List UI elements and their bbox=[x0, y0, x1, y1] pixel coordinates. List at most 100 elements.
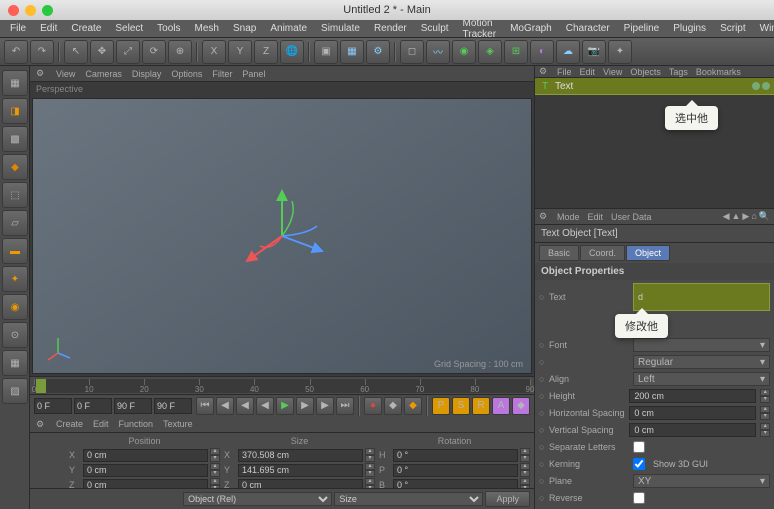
timeline-playhead[interactable] bbox=[36, 379, 46, 393]
plane-dropdown[interactable]: XY▾ bbox=[633, 474, 770, 488]
mat-config-icon[interactable]: ⚙ bbox=[36, 419, 46, 430]
vp-menu-cameras[interactable]: Cameras bbox=[85, 69, 122, 79]
object-tree[interactable]: T Text 选中他 bbox=[535, 78, 774, 208]
menu-sculpt[interactable]: Sculpt bbox=[415, 21, 455, 36]
snap-button[interactable]: ⊙ bbox=[2, 322, 28, 348]
om-menu-view[interactable]: View bbox=[603, 67, 622, 77]
add-environment-button[interactable]: ☁ bbox=[556, 40, 580, 64]
vspacing-field[interactable] bbox=[629, 423, 756, 437]
add-light-button[interactable]: ✦ bbox=[608, 40, 632, 64]
planar-workplane-button[interactable]: ▨ bbox=[2, 378, 28, 404]
coord-size-mode-dropdown[interactable]: Size bbox=[334, 492, 483, 506]
om-menu-bookmarks[interactable]: Bookmarks bbox=[696, 67, 741, 77]
vp-menu-display[interactable]: Display bbox=[132, 69, 162, 79]
menu-character[interactable]: Character bbox=[560, 21, 616, 36]
text-content-field[interactable] bbox=[633, 283, 770, 311]
add-sds-button[interactable]: ◈ bbox=[478, 40, 502, 64]
key-scale-button[interactable]: S bbox=[452, 397, 470, 415]
prev-frame-button[interactable]: ◀ bbox=[236, 397, 254, 415]
kerning-checkbox[interactable] bbox=[633, 458, 645, 470]
timeline-ruler[interactable]: 0102030405060708090 bbox=[30, 376, 534, 394]
menu-edit[interactable]: Edit bbox=[34, 21, 63, 36]
separate-letters-checkbox[interactable] bbox=[633, 441, 645, 453]
menu-select[interactable]: Select bbox=[109, 21, 149, 36]
move-tool-button[interactable]: ✥ bbox=[90, 40, 114, 64]
om-menu-tags[interactable]: Tags bbox=[669, 67, 688, 77]
workplane-button[interactable]: ◆ bbox=[2, 154, 28, 180]
play-backward-button[interactable]: ◀ bbox=[256, 397, 274, 415]
poly-mode-button[interactable]: ▬ bbox=[2, 238, 28, 264]
rot-h-field[interactable] bbox=[393, 449, 518, 462]
mat-menu-create[interactable]: Create bbox=[56, 419, 83, 429]
goto-end-button[interactable]: ⏭ bbox=[336, 397, 354, 415]
font-family-dropdown[interactable]: ▾ bbox=[633, 338, 770, 352]
render-pv-button[interactable]: ▦ bbox=[340, 40, 364, 64]
add-camera-button[interactable]: 📷 bbox=[582, 40, 606, 64]
edge-mode-button[interactable]: ▱ bbox=[2, 210, 28, 236]
visibility-render-dot[interactable] bbox=[762, 82, 770, 90]
menu-render[interactable]: Render bbox=[368, 21, 413, 36]
frame-end-field[interactable] bbox=[114, 398, 152, 414]
frame-start-field[interactable] bbox=[34, 398, 72, 414]
x-axis-button[interactable]: X bbox=[202, 40, 226, 64]
frame-current-field[interactable] bbox=[74, 398, 112, 414]
spinner-up-icon[interactable]: ▴ bbox=[210, 448, 220, 455]
menu-pipeline[interactable]: Pipeline bbox=[618, 21, 666, 36]
mat-menu-texture[interactable]: Texture bbox=[163, 419, 193, 429]
vp-config-icon[interactable]: ⚙ bbox=[36, 68, 46, 79]
play-forward-button[interactable]: ▶ bbox=[276, 397, 294, 415]
redo-button[interactable]: ↷ bbox=[30, 40, 54, 64]
pos-y-field[interactable] bbox=[83, 464, 208, 477]
close-window-button[interactable] bbox=[8, 5, 19, 16]
prev-key-button[interactable]: ◀ bbox=[216, 397, 234, 415]
menu-file[interactable]: File bbox=[4, 21, 32, 36]
maximize-window-button[interactable] bbox=[42, 5, 53, 16]
attr-nav-home-button[interactable]: ⌂ bbox=[751, 211, 756, 222]
vp-menu-options[interactable]: Options bbox=[171, 69, 202, 79]
attr-menu-edit[interactable]: Edit bbox=[588, 212, 604, 222]
vp-menu-panel[interactable]: Panel bbox=[242, 69, 265, 79]
menu-plugins[interactable]: Plugins bbox=[667, 21, 712, 36]
reverse-checkbox[interactable] bbox=[633, 492, 645, 504]
menu-create[interactable]: Create bbox=[65, 21, 107, 36]
hspacing-field[interactable] bbox=[629, 406, 756, 420]
last-tool-button[interactable]: ⊕ bbox=[168, 40, 192, 64]
size-x-field[interactable] bbox=[238, 449, 363, 462]
vp-menu-filter[interactable]: Filter bbox=[212, 69, 232, 79]
size-y-field[interactable] bbox=[238, 464, 363, 477]
menu-snap[interactable]: Snap bbox=[227, 21, 262, 36]
menu-simulate[interactable]: Simulate bbox=[315, 21, 366, 36]
menu-window[interactable]: Window bbox=[754, 21, 774, 36]
make-editable-button[interactable]: ▦ bbox=[2, 70, 28, 96]
menu-mesh[interactable]: Mesh bbox=[189, 21, 225, 36]
pos-x-field[interactable] bbox=[83, 449, 208, 462]
attr-menu-userdata[interactable]: User Data bbox=[611, 212, 652, 222]
tweak-mode-button[interactable]: ◉ bbox=[2, 294, 28, 320]
vp-menu-view[interactable]: View bbox=[56, 69, 75, 79]
coord-apply-button[interactable]: Apply bbox=[485, 491, 530, 507]
mat-menu-edit[interactable]: Edit bbox=[93, 419, 109, 429]
undo-button[interactable]: ↶ bbox=[4, 40, 28, 64]
key-pla-button[interactable]: ◆ bbox=[512, 397, 530, 415]
scale-tool-button[interactable]: ⤢ bbox=[116, 40, 140, 64]
key-pos-button[interactable]: P bbox=[432, 397, 450, 415]
font-style-dropdown[interactable]: Regular▾ bbox=[633, 355, 770, 369]
record-button[interactable]: ● bbox=[364, 397, 382, 415]
add-array-button[interactable]: ⊞ bbox=[504, 40, 528, 64]
axis-mode-button[interactable]: ✦ bbox=[2, 266, 28, 292]
tree-item-text[interactable]: T Text bbox=[535, 78, 774, 94]
rot-p-field[interactable] bbox=[393, 464, 518, 477]
mat-menu-function[interactable]: Function bbox=[119, 419, 154, 429]
select-tool-button[interactable]: ↖ bbox=[64, 40, 88, 64]
menu-animate[interactable]: Animate bbox=[264, 21, 313, 36]
add-spline-button[interactable]: 〰 bbox=[426, 40, 450, 64]
add-deformer-button[interactable]: ◐ bbox=[530, 40, 554, 64]
add-generator-button[interactable]: ◉ bbox=[452, 40, 476, 64]
rotate-tool-button[interactable]: ⟳ bbox=[142, 40, 166, 64]
menu-tools[interactable]: Tools bbox=[151, 21, 186, 36]
autokey-button[interactable]: ◆ bbox=[384, 397, 402, 415]
attr-tab-coord[interactable]: Coord. bbox=[580, 245, 625, 261]
z-axis-button[interactable]: Z bbox=[254, 40, 278, 64]
attr-tab-basic[interactable]: Basic bbox=[539, 245, 579, 261]
attr-nav-fwd-button[interactable]: ▶ bbox=[742, 211, 749, 222]
